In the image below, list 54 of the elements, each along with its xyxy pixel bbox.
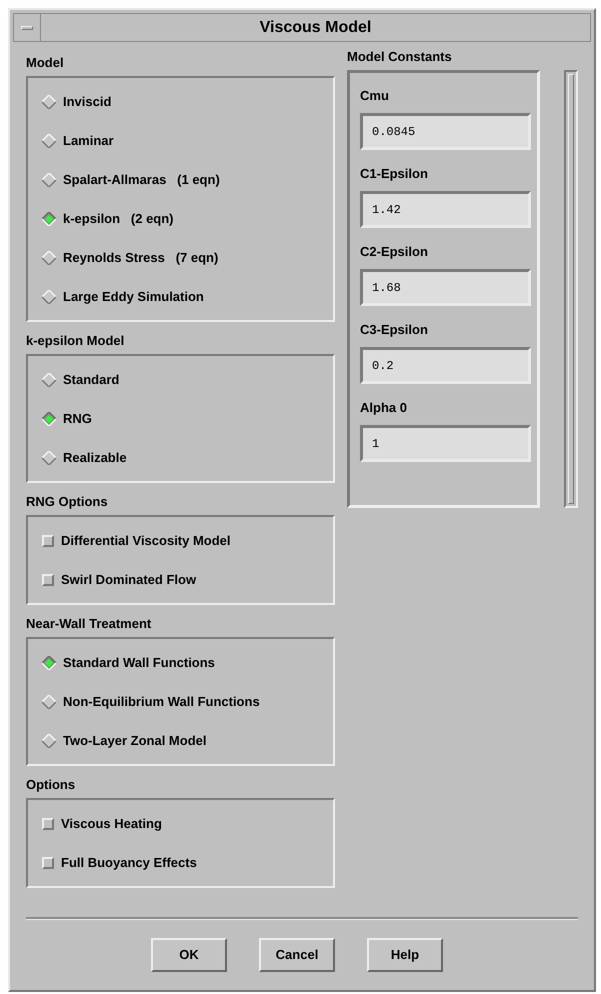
radio-button[interactable] (42, 94, 56, 108)
field-label: Cmu (360, 87, 390, 106)
radio-button[interactable] (42, 372, 56, 386)
option-label: Reynolds Stress (7 eqn) (63, 248, 218, 267)
section-title: k-epsilon Model (26, 332, 124, 350)
scrollbar[interactable] (564, 70, 578, 508)
radio-button[interactable] (42, 412, 56, 426)
input-field[interactable]: 1 (360, 425, 531, 462)
radio-button[interactable] (42, 250, 56, 264)
option-label: Viscous Heating (61, 814, 162, 833)
option-label: Standard (63, 370, 120, 389)
checkbox[interactable] (42, 574, 54, 586)
radio-button[interactable] (42, 450, 56, 464)
option-label: Non-Equilibrium Wall Functions (63, 692, 260, 711)
option-label: Laminar (63, 132, 114, 150)
option-label: Realizable (63, 448, 127, 467)
radio-button[interactable] (42, 134, 56, 148)
section-title: Model (26, 54, 64, 72)
section-title: Options (26, 776, 76, 794)
field-label: C3-Epsilon (360, 321, 429, 340)
radio-button[interactable] (42, 734, 56, 748)
input-field[interactable]: 1.42 (360, 191, 531, 228)
radio-button[interactable] (42, 290, 56, 304)
checkbox[interactable] (42, 856, 54, 868)
section-title: Model Constants (347, 48, 452, 66)
field-label: Alpha 0 (360, 399, 408, 418)
option-label: Large Eddy Simulation (63, 288, 204, 306)
option-label: Full Buoyancy Effects (61, 854, 197, 872)
radio-button[interactable] (42, 172, 56, 186)
option-label: Differential Viscosity Model (61, 532, 231, 550)
option-label: RNG (63, 410, 92, 428)
dialog-button[interactable]: Help (367, 938, 443, 972)
section-title: Near-Wall Treatment (26, 614, 152, 632)
field-label: C2-Epsilon (360, 243, 429, 262)
dialog-button[interactable]: Cancel (259, 938, 335, 972)
input-field[interactable]: 1.68 (360, 269, 531, 306)
checkbox[interactable] (42, 818, 54, 830)
field-label: C1-Epsilon (360, 165, 429, 184)
section-title: RNG Options (26, 492, 108, 511)
dialog-button[interactable]: OK (151, 938, 227, 972)
radio-button[interactable] (42, 694, 56, 708)
checkbox[interactable] (42, 534, 54, 546)
input-field[interactable]: 0.2 (360, 347, 531, 384)
option-label: Inviscid (63, 92, 112, 111)
option-label: Two-Layer Zonal Model (63, 732, 206, 750)
option-label: Swirl Dominated Flow (61, 570, 196, 589)
window-title: Viscous Model (258, 18, 372, 38)
option-label: k-epsilon (2 eqn) (63, 210, 174, 228)
radio-button[interactable] (42, 656, 56, 670)
minus-icon (21, 26, 33, 30)
radio-button[interactable] (42, 212, 56, 226)
input-field[interactable]: 0.0845 (360, 113, 531, 150)
option-label: Spalart-Allmaras (1 eqn) (63, 170, 220, 189)
option-label: Standard Wall Functions (63, 654, 215, 672)
